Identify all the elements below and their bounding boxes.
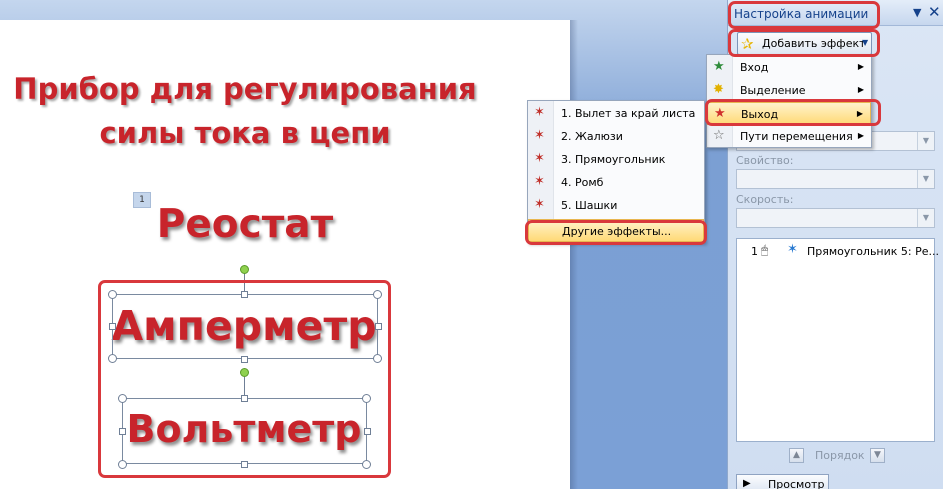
menu-item-diamond[interactable]: ✶ 4. Ромб xyxy=(528,171,704,194)
arrow-up-icon: ▲ xyxy=(793,450,800,460)
emphasis-star-icon: ✸ xyxy=(713,82,724,97)
menu-item-label: 5. Шашки xyxy=(561,199,618,212)
mouse-click-icon: 🖱 xyxy=(761,243,769,257)
exit-effect-icon: ✶ xyxy=(534,197,545,212)
exit-effect-icon: ✶ xyxy=(534,151,545,166)
entrance-star-icon: ★ xyxy=(713,59,725,74)
rheostat-text[interactable]: Реостат xyxy=(130,202,360,247)
add-effect-highlight-frame xyxy=(728,29,880,57)
exit-effect-icon: ✶ xyxy=(534,174,545,189)
rotation-handle[interactable] xyxy=(240,265,249,274)
exit-item-highlight-frame xyxy=(705,99,881,126)
menu-item-label: 1. Вылет за край листа xyxy=(561,107,696,120)
menu-item-motion-paths[interactable]: ☆ Пути перемещения ▶ xyxy=(707,125,871,148)
exit-effect-icon: ✶ xyxy=(534,105,545,120)
shapes-highlight-frame xyxy=(98,280,391,478)
menu-item-label: Вход xyxy=(740,61,769,74)
chevron-right-icon: ▶ xyxy=(857,62,864,71)
move-up-button[interactable]: ▲ xyxy=(789,448,804,463)
slide-title-line1[interactable]: Прибор для регулирования xyxy=(0,72,490,106)
menu-item-entrance[interactable]: ★ Вход ▶ xyxy=(707,56,871,79)
menu-item-blinds[interactable]: ✶ 2. Жалюзи xyxy=(528,125,704,148)
chevron-right-icon: ▶ xyxy=(857,85,864,94)
order-label: Порядок xyxy=(815,449,865,462)
exit-effect-icon: ✶ xyxy=(534,128,545,143)
speed-select[interactable]: ▼ xyxy=(736,208,935,228)
chevron-right-icon: ▶ xyxy=(857,131,864,140)
list-item[interactable]: 1 🖱 ✶ Прямоугольник 5: Ре... xyxy=(737,241,939,261)
preview-button[interactable]: ▶ Просмотр xyxy=(736,474,829,489)
menu-item-label: 3. Прямоугольник xyxy=(561,153,666,166)
menu-item-label: Пути перемещения xyxy=(740,130,853,143)
preview-label: Просмотр xyxy=(768,478,825,489)
menu-item-label: 4. Ромб xyxy=(561,176,604,189)
slide-shadow xyxy=(570,20,578,489)
menu-item-box[interactable]: ✶ 3. Прямоугольник xyxy=(528,148,704,171)
arrow-down-icon: ▼ xyxy=(874,450,881,460)
chevron-down-icon: ▼ xyxy=(917,209,934,227)
motion-path-star-icon: ☆ xyxy=(713,128,725,143)
pane-options-icon[interactable]: ▼ xyxy=(913,6,921,19)
chevron-down-icon: ▼ xyxy=(917,132,934,150)
close-icon[interactable]: ✕ xyxy=(928,3,941,21)
property-label: Свойство: xyxy=(736,154,794,167)
move-down-button[interactable]: ▼ xyxy=(870,448,885,463)
effect-order-number: 1 xyxy=(751,245,758,258)
menu-item-label: 2. Жалюзи xyxy=(561,130,623,143)
speed-label: Скорость: xyxy=(736,193,794,206)
more-effects-highlight-frame xyxy=(525,220,707,245)
effect-name: Прямоугольник 5: Ре... xyxy=(807,245,940,258)
menu-item-label: Выделение xyxy=(740,84,806,97)
effect-star-icon: ✶ xyxy=(787,242,798,257)
pane-title-highlight-frame xyxy=(728,1,880,29)
property-select[interactable]: ▼ xyxy=(736,169,935,189)
menu-item-checkerboard[interactable]: ✶ 5. Шашки xyxy=(528,194,704,217)
chevron-down-icon: ▼ xyxy=(917,170,934,188)
play-icon: ▶ xyxy=(743,478,751,489)
menu-item-fly-out[interactable]: ✶ 1. Вылет за край листа xyxy=(528,102,704,125)
effect-list[interactable]: 1 🖱 ✶ Прямоугольник 5: Ре... xyxy=(736,238,939,442)
slide-title-line2[interactable]: силы тока в цепи xyxy=(0,116,490,150)
